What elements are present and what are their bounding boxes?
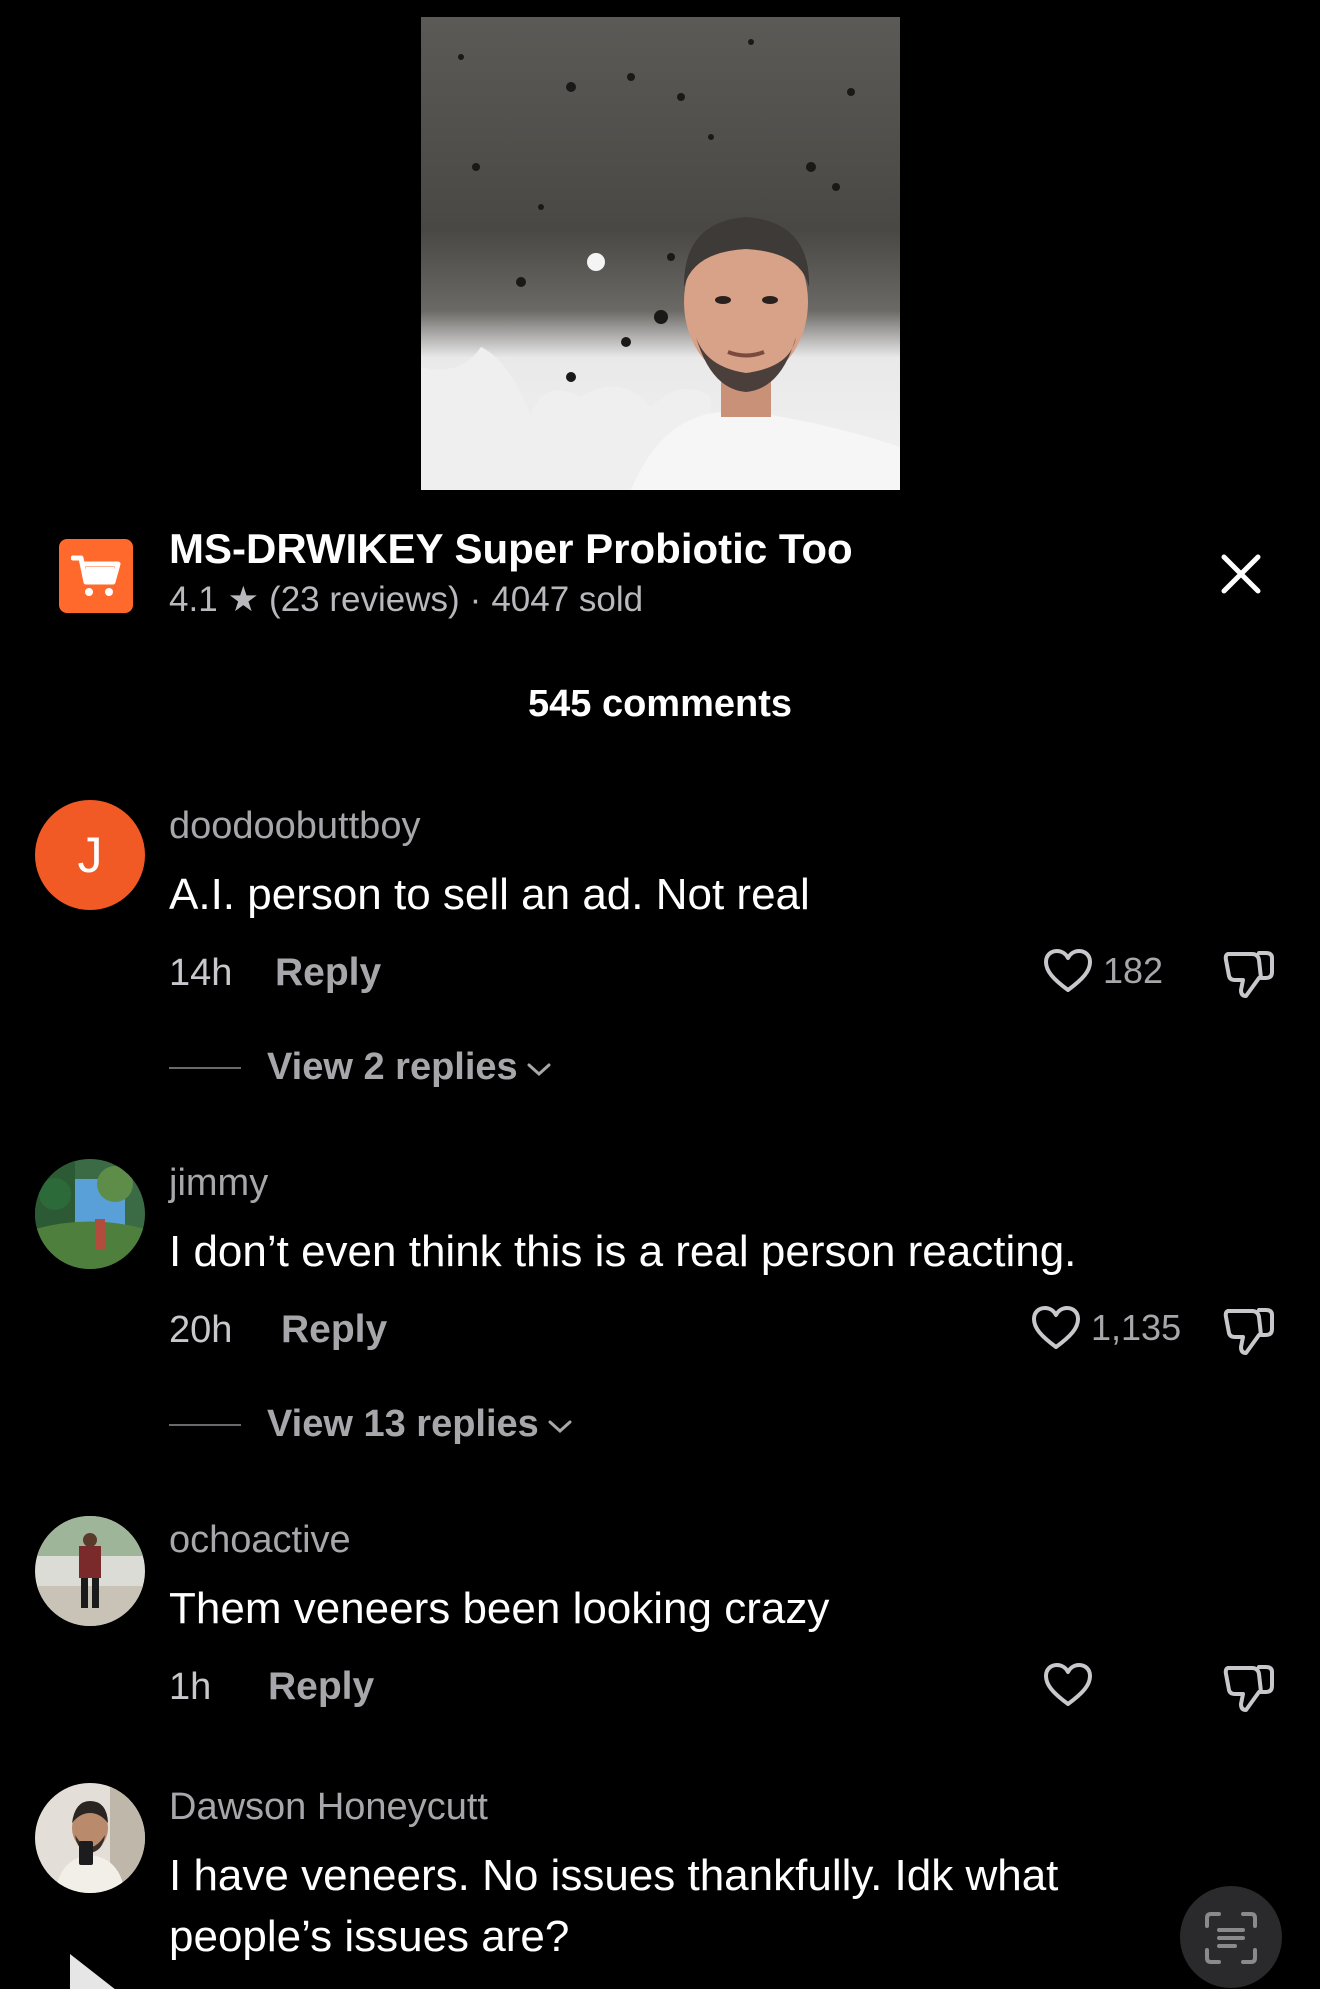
replies-divider <box>169 1423 241 1426</box>
reply-button[interactable]: Reply <box>268 1665 374 1709</box>
comment-text: A.I. person to sell an ad. Not real <box>169 870 810 919</box>
star-icon: ★ <box>227 580 260 619</box>
avatar-letter: J <box>77 827 103 883</box>
view-replies-button[interactable]: View 2 replies <box>169 1046 552 1089</box>
thumbs-down-icon[interactable] <box>1222 1303 1276 1357</box>
chevron-down-icon <box>548 1420 572 1433</box>
like-button[interactable]: 1,135 <box>1031 1305 1181 1351</box>
comment-username[interactable]: Dawson Honeycutt <box>169 1786 488 1829</box>
avatar[interactable] <box>35 1783 145 1893</box>
reply-button[interactable]: Reply <box>281 1308 387 1352</box>
play-icon[interactable] <box>66 1950 120 1989</box>
heart-icon <box>1032 1306 1080 1349</box>
chevron-down-icon <box>527 1063 551 1076</box>
meta-separator: · <box>469 580 482 619</box>
product-meta: 4.1 ★ (23 reviews) · 4047 sold <box>169 580 643 620</box>
product-bar[interactable]: MS-DRWIKEY Super Probiotic Too 4.1 ★ (23… <box>0 525 1320 635</box>
like-count: 182 <box>1103 950 1164 991</box>
thumbs-down-icon[interactable] <box>1222 946 1276 1000</box>
view-replies-label: View 13 replies <box>267 1403 539 1445</box>
comment-time: 20h <box>169 1309 233 1351</box>
like-button[interactable] <box>1043 1662 1103 1708</box>
comments-screen: MS-DRWIKEY Super Probiotic Too 4.1 ★ (23… <box>0 0 1320 1989</box>
video-thumbnail[interactable] <box>421 17 900 490</box>
comment-username[interactable]: doodoobuttboy <box>169 805 420 848</box>
close-icon[interactable] <box>1216 549 1266 599</box>
product-title[interactable]: MS-DRWIKEY Super Probiotic Too <box>169 525 853 573</box>
comment-text: I have veneers. No issues thankfully. Id… <box>169 1851 1059 1961</box>
like-count: 1,135 <box>1091 1307 1182 1348</box>
scan-text-button[interactable] <box>1180 1886 1282 1988</box>
heart-icon <box>1044 1663 1092 1706</box>
comment-time: 1h <box>169 1666 212 1708</box>
view-replies-button[interactable]: View 13 replies <box>169 1403 573 1446</box>
avatar[interactable] <box>35 1159 145 1269</box>
comment-time: 14h <box>169 952 233 994</box>
comment-username[interactable]: ochoactive <box>169 1519 351 1562</box>
comment-text: I don’t even think this is a real person… <box>169 1227 1077 1276</box>
comment-text: Them veneers been looking crazy <box>169 1584 830 1633</box>
heart-icon <box>1044 949 1092 992</box>
product-rating: 4.1 <box>169 580 218 619</box>
product-sold: 4047 sold <box>491 580 644 619</box>
reply-button[interactable]: Reply <box>275 951 381 995</box>
comment-username[interactable]: jimmy <box>169 1162 268 1205</box>
avatar-image <box>35 1159 145 1269</box>
avatar-image <box>35 1783 145 1893</box>
scan-text-icon <box>1205 1912 1257 1964</box>
cart-icon[interactable] <box>59 539 133 613</box>
product-reviews: (23 reviews) <box>269 580 460 619</box>
comments-count: 545 comments <box>527 683 792 725</box>
thumbs-down-icon[interactable] <box>1222 1660 1276 1714</box>
like-button[interactable]: 182 <box>1043 948 1163 994</box>
replies-divider <box>169 1066 241 1069</box>
avatar[interactable] <box>35 1516 145 1626</box>
avatar-image <box>35 1516 145 1626</box>
avatar[interactable]: J <box>35 800 145 910</box>
video-frame-image <box>421 39 900 490</box>
view-replies-label: View 2 replies <box>267 1046 518 1088</box>
